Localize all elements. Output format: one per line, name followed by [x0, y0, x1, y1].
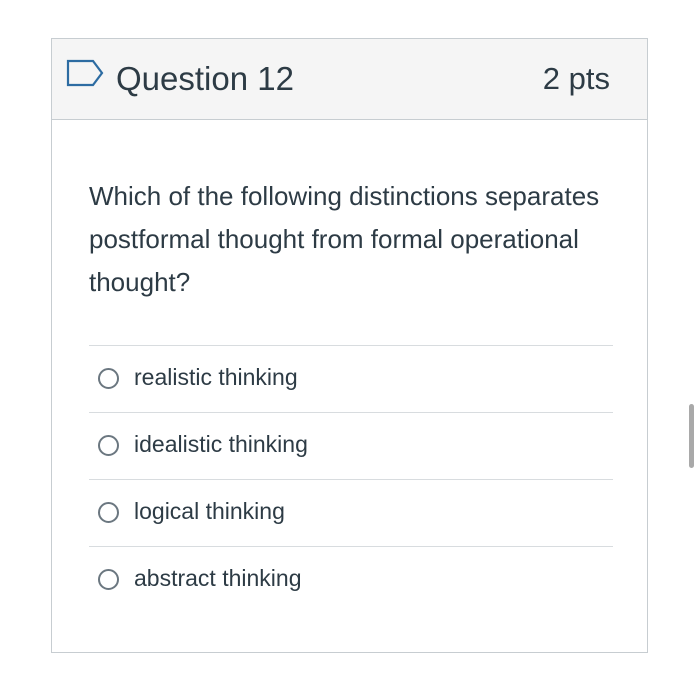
scrollbar-thumb[interactable] — [689, 404, 694, 468]
answer-option[interactable]: abstract thinking — [89, 546, 613, 613]
question-title: Question 12 — [116, 60, 294, 97]
answer-list: realistic thinking idealistic thinking l… — [89, 345, 613, 613]
radio-button[interactable] — [98, 368, 119, 389]
answer-label: idealistic thinking — [134, 431, 308, 457]
radio-button[interactable] — [98, 569, 119, 590]
answer-label: realistic thinking — [134, 364, 298, 390]
answer-option[interactable]: idealistic thinking — [89, 412, 613, 479]
radio-button[interactable] — [98, 502, 119, 523]
radio-button[interactable] — [98, 435, 119, 456]
answer-label: abstract thinking — [134, 565, 302, 591]
question-text: Which of the following distinctions sepa… — [89, 181, 600, 297]
answer-option[interactable]: logical thinking — [89, 479, 613, 546]
question-header: Question 12 2 pts — [52, 39, 647, 120]
answer-label: logical thinking — [134, 498, 285, 524]
bookmark-flag-icon[interactable] — [66, 58, 104, 88]
answer-option[interactable]: realistic thinking — [89, 345, 613, 412]
question-card: Question 12 2 pts Which of the following… — [51, 38, 648, 653]
question-points: 2 pts — [542, 61, 610, 96]
